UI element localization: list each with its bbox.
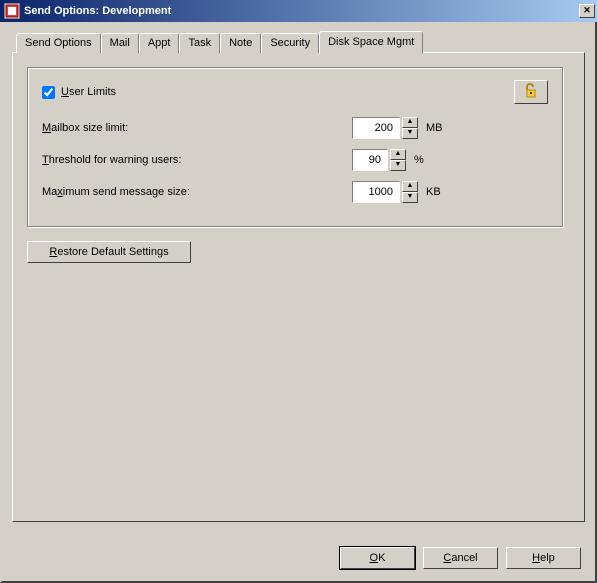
dialog-client-area: Send Options Mail Appt Task Note Securit… [0,22,597,583]
user-limits-checkbox[interactable] [42,86,55,99]
tab-send-options[interactable]: Send Options [16,33,101,53]
tab-strip: Send Options Mail Appt Task Note Securit… [16,30,585,52]
user-limits-group: User Limits Mailbox size limit: [27,67,563,227]
window-title: Send Options: Development [24,5,577,17]
lock-open-icon [523,83,539,102]
tab-task[interactable]: Task [179,33,220,53]
ok-button[interactable]: OK [340,547,415,569]
user-limits-label: User Limits [61,86,116,98]
mailbox-size-label: Mailbox size limit: [42,122,352,134]
max-send-spin-up[interactable]: ▲ [402,181,418,192]
tab-disk-space-mgmt[interactable]: Disk Space Mgmt [319,31,423,54]
max-send-spin-down[interactable]: ▼ [402,192,418,203]
threshold-row: Threshold for warning users: ▲ ▼ % [42,148,548,172]
max-send-row: Maximum send message size: ▲ ▼ KB [42,180,548,204]
threshold-input[interactable] [352,149,388,171]
max-send-label: Maximum send message size: [42,186,352,198]
mailbox-size-spin-down[interactable]: ▼ [402,128,418,139]
max-send-unit: KB [426,186,441,198]
tab-appt[interactable]: Appt [139,33,180,53]
tab-security[interactable]: Security [261,33,319,53]
mailbox-size-row: Mailbox size limit: ▲ ▼ MB [42,116,548,140]
help-button[interactable]: Help [506,547,581,569]
tab-panel-disk-space: User Limits Mailbox size limit: [12,52,585,522]
mailbox-size-input[interactable] [352,117,400,139]
mailbox-size-spin-up[interactable]: ▲ [402,117,418,128]
dialog-button-row: OK Cancel Help [340,547,581,569]
threshold-spin-up[interactable]: ▲ [390,149,406,160]
tab-note[interactable]: Note [220,33,261,53]
close-button[interactable]: ✕ [579,4,595,18]
title-bar: Send Options: Development ✕ [0,0,597,22]
restore-defaults-button[interactable]: Restore Default Settings [27,241,191,263]
threshold-label: Threshold for warning users: [42,154,352,166]
lock-toggle-button[interactable] [514,80,548,104]
tab-mail[interactable]: Mail [101,33,139,53]
max-send-input[interactable] [352,181,400,203]
threshold-unit: % [414,154,424,166]
mailbox-size-unit: MB [426,122,443,134]
user-limits-checkbox-wrap[interactable]: User Limits [42,86,116,99]
cancel-button[interactable]: Cancel [423,547,498,569]
threshold-spin-down[interactable]: ▼ [390,160,406,171]
app-icon [4,3,20,19]
